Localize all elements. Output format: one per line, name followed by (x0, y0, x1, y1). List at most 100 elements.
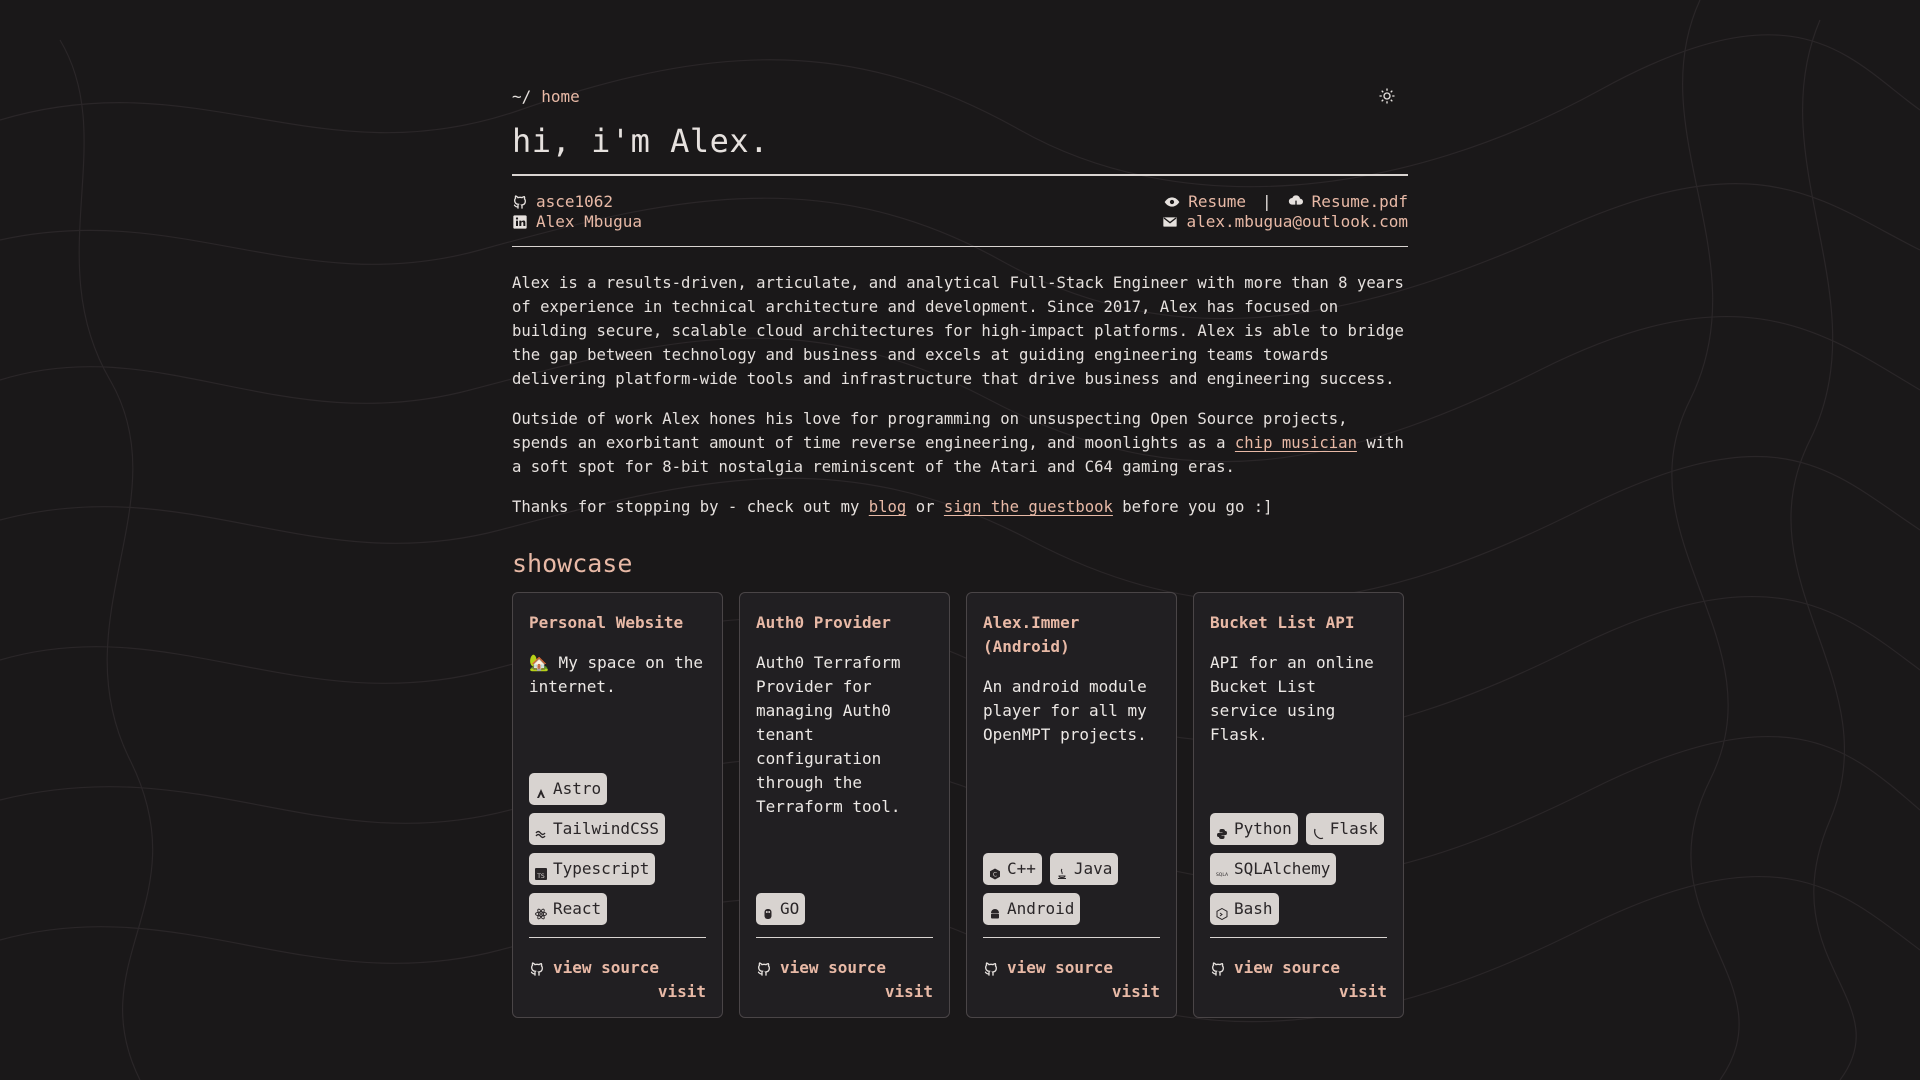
resume-pdf-label: Resume.pdf (1311, 192, 1408, 211)
bio-text: before you go :] (1112, 498, 1273, 516)
project-description: 🏡 My space on the internet. (529, 653, 704, 696)
tech-tag: React (529, 893, 608, 925)
project-title[interactable]: Alex.Immer (Android) (983, 611, 1160, 659)
gopher-icon (762, 903, 774, 919)
github-icon (529, 960, 545, 976)
java-icon (1056, 863, 1068, 879)
linkedin-name: Alex Mbugua (536, 212, 642, 231)
bio-text: or (906, 498, 944, 516)
card-footer: view source visit (756, 937, 933, 1004)
bio-paragraph-3: Thanks for stopping by - check out my bl… (512, 495, 1408, 519)
bio: Alex is a results-driven, articulate, an… (512, 271, 1408, 519)
page-container: ~/ home hi, i'm Alex. asce1062 Alex Mbugu… (512, 84, 1408, 1018)
view-source-label: view source (1007, 958, 1113, 977)
visit-link[interactable]: visit (756, 980, 933, 1004)
tech-tag: TailwindCSS (529, 813, 665, 845)
resume-label: Resume (1188, 192, 1247, 211)
project-description: API for an online Bucket List service us… (1210, 653, 1374, 744)
typescript-icon: TS (535, 863, 547, 880)
project-title[interactable]: Auth0 Provider (756, 611, 933, 635)
tech-tag-label: Java (1073, 859, 1113, 878)
tech-tag: SQLA SQLAlchemy (1210, 853, 1337, 885)
bio-text: Thanks for stopping by - check out my (512, 498, 869, 516)
python-icon (1216, 823, 1228, 839)
tech-tags: Astro TailwindCSS TS Typescript React (529, 763, 706, 925)
view-source-label: view source (553, 958, 659, 977)
tech-tag-label: Python (1234, 819, 1292, 838)
breadcrumb-home-link[interactable]: home (541, 87, 580, 106)
view-source-link[interactable]: view source (756, 956, 933, 980)
linkedin-icon (512, 214, 528, 230)
android-icon (989, 903, 1001, 919)
github-icon (756, 960, 772, 976)
tailwind-icon (535, 823, 547, 839)
tech-tag-label: Flask (1329, 819, 1378, 838)
breadcrumb: ~/ home (512, 84, 1408, 108)
showcase-heading: showcase (512, 549, 633, 578)
resume-link[interactable]: Resume (1164, 192, 1246, 212)
resume-separator: | (1262, 192, 1272, 211)
react-icon (535, 903, 547, 920)
project-card: Alex.Immer (Android) An android module p… (966, 592, 1177, 1018)
svg-text:TS: TS (536, 873, 545, 880)
tech-tag: GO (756, 893, 806, 925)
tech-tag-label: React (553, 899, 602, 918)
tech-tags: C C++ Java Android (983, 763, 1160, 925)
card-footer: view source visit (983, 937, 1160, 1004)
tech-tag-label: Bash (1234, 899, 1273, 918)
tech-tags: Python Flask SQLA SQLAlchemy Bash (1210, 763, 1387, 925)
cloud-download-icon (1288, 194, 1304, 210)
bash-icon (1216, 903, 1228, 921)
page-title: hi, i'm Alex. (512, 122, 1408, 176)
visit-link[interactable]: visit (529, 980, 706, 1004)
tech-tag: Astro (529, 773, 608, 805)
project-card: Bucket List API API for an online Bucket… (1193, 592, 1404, 1018)
tech-tag: Android (983, 893, 1081, 925)
project-title[interactable]: Bucket List API (1210, 611, 1387, 635)
astro-icon (535, 783, 547, 798)
project-card: Auth0 Provider Auth0 Terraform Provider … (739, 592, 950, 1018)
contact-links: asce1062 Alex Mbugua Resume | Resume.pdf (512, 176, 1408, 247)
email-link[interactable]: alex.mbugua@outlook.com (1162, 212, 1408, 232)
project-card: Personal Website 🏡 My space on the inter… (512, 592, 723, 1018)
github-icon (983, 960, 999, 976)
tech-tag: Java (1049, 853, 1119, 885)
github-icon (1210, 960, 1226, 976)
tech-tag-label: TailwindCSS (553, 819, 659, 838)
tech-tag: Bash (1210, 893, 1279, 925)
github-handle: asce1062 (536, 192, 614, 211)
email-address: alex.mbugua@outlook.com (1186, 212, 1408, 231)
view-source-link[interactable]: view source (983, 956, 1160, 980)
bio-paragraph-2: Outside of work Alex hones his love for … (512, 407, 1408, 479)
eye-icon (1164, 194, 1180, 210)
view-source-label: view source (780, 958, 886, 977)
mail-icon (1162, 214, 1178, 230)
visit-link[interactable]: visit (1210, 980, 1387, 1004)
card-footer: view source visit (529, 937, 706, 1004)
project-description: An android module player for all my Open… (983, 677, 1147, 744)
tech-tag: C C++ (983, 853, 1042, 885)
github-link[interactable]: asce1062 (512, 192, 642, 212)
tech-tag: Flask (1305, 813, 1384, 845)
tech-tags: GO (756, 763, 933, 925)
svg-text:C: C (993, 872, 997, 879)
theme-toggle-sun-icon[interactable] (1376, 85, 1398, 107)
tech-tag: Python (1210, 813, 1298, 845)
resume-pdf-link[interactable]: Resume.pdf (1288, 192, 1408, 212)
chip-musician-link[interactable]: chip musician (1235, 434, 1357, 452)
tech-tag-label: Android (1007, 899, 1075, 918)
tech-tag: TS Typescript (529, 853, 656, 885)
sqlalchemy-icon: SQLA (1216, 863, 1229, 878)
project-title[interactable]: Personal Website (529, 611, 706, 635)
showcase-cards: Personal Website 🏡 My space on the inter… (512, 592, 1408, 1018)
bio-paragraph-1: Alex is a results-driven, articulate, an… (512, 274, 1404, 388)
guestbook-link[interactable]: sign the guestbook (944, 498, 1113, 516)
blog-link[interactable]: blog (869, 498, 907, 516)
view-source-link[interactable]: view source (529, 956, 706, 980)
linkedin-link[interactable]: Alex Mbugua (512, 212, 642, 232)
tech-tag-label: GO (780, 899, 800, 918)
view-source-link[interactable]: view source (1210, 956, 1387, 980)
cplusplus-icon: C (989, 863, 1001, 880)
visit-link[interactable]: visit (983, 980, 1160, 1004)
tech-tag-label: C++ (1007, 859, 1036, 878)
